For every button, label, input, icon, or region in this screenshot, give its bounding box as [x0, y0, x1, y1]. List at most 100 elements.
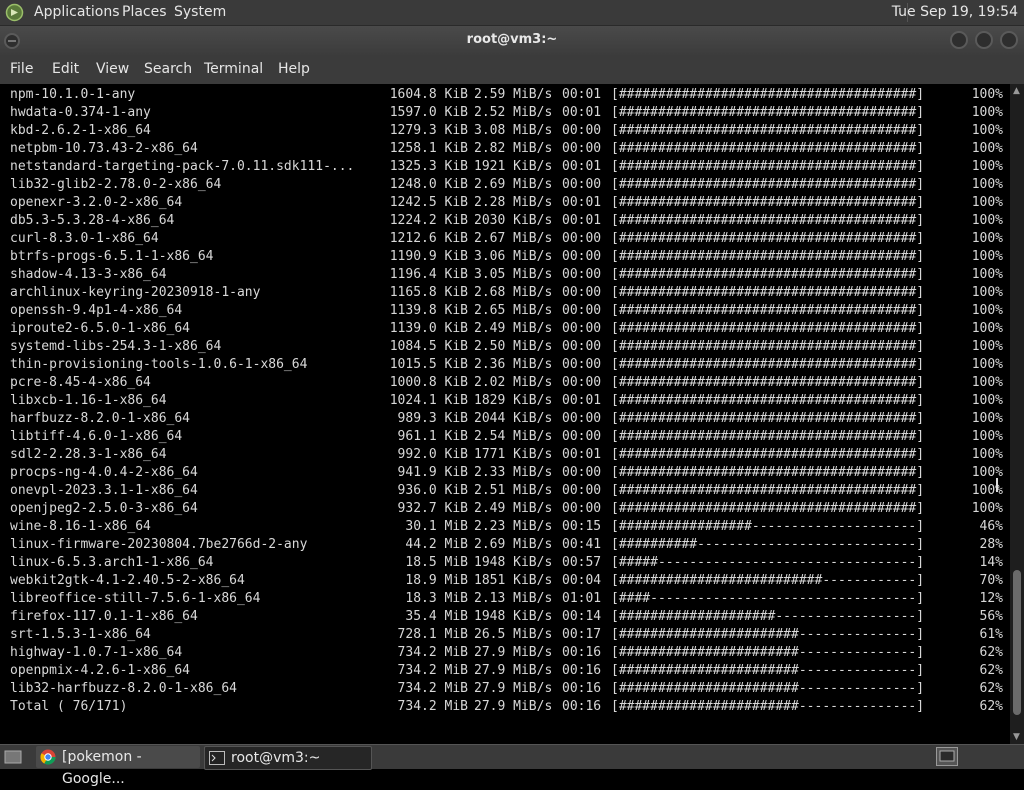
terminal-size: 18.5 MiB — [405, 555, 468, 570]
terminal-name: systemd-libs-254.3-1-x86_64 — [10, 339, 222, 354]
menu-view[interactable]: View — [96, 61, 129, 77]
terminal-bar: [####################------------------] — [611, 609, 925, 624]
terminal-line: procps-ng-4.0.4-2-x86_64 941.9 KiB 2.33 Mi… — [10, 464, 1010, 482]
menu-edit[interactable]: Edit — [52, 61, 79, 77]
terminal-time: 00:00 — [562, 501, 602, 516]
maximize-icon[interactable] — [975, 31, 993, 49]
terminal-time: 00:16 — [562, 699, 602, 714]
terminal-time: 00:16 — [562, 645, 602, 660]
terminal-line: openssh-9.4p1-4-x86_64 1139.8 KiB 2.65 MiB… — [10, 302, 1010, 320]
terminal-size: 18.3 MiB — [405, 591, 468, 606]
terminal-rate: 3.05 MiB/s — [474, 267, 553, 282]
terminal-rate: 2.65 MiB/s — [474, 303, 553, 318]
terminal-line: openexr-3.2.0-2-x86_64 1242.5 KiB 2.28 MiB… — [10, 194, 1010, 212]
close-icon[interactable] — [1000, 31, 1018, 49]
terminal-line: netpbm-10.73.43-2-x86_64 1258.1 KiB 2.82 M… — [10, 140, 1010, 158]
window-menu-icon[interactable] — [4, 33, 20, 49]
terminal-time: 00:01 — [562, 213, 602, 228]
terminal-size: 734.2 MiB — [397, 663, 468, 678]
taskbar-item-terminal[interactable]: root@vm3:~ — [204, 746, 372, 770]
terminal-pct: 100% — [971, 87, 1003, 102]
terminal-size: 1139.8 KiB — [389, 303, 468, 318]
terminal-time: 00:00 — [562, 123, 602, 138]
terminal-size: 35.4 MiB — [405, 609, 468, 624]
terminal-bar: [######################################] — [611, 321, 925, 336]
clock[interactable]: Tue Sep 19, 19:54 — [892, 4, 1018, 20]
terminal-line: firefox-117.0.1-1-x86_64 35.4 MiB 1948 KiB… — [10, 608, 1010, 626]
terminal-time: 00:01 — [562, 393, 602, 408]
terminal-bar: [##########################------------] — [611, 573, 925, 588]
terminal-bar: [######################################] — [611, 141, 925, 156]
terminal-name: wine-8.16-1-x86_64 — [10, 519, 151, 534]
terminal-name: Total ( 76/171) — [10, 699, 128, 714]
scroll-down-icon[interactable]: ▼ — [1013, 732, 1020, 742]
terminal-pct: 100% — [971, 195, 1003, 210]
terminal-line: shadow-4.13-3-x86_64 1196.4 KiB 3.05 MiB/s… — [10, 266, 1010, 284]
terminal-size: 1224.2 KiB — [389, 213, 468, 228]
terminal-output[interactable]: npm-10.1.0-1-any 1604.8 KiB 2.59 MiB/s 00:0… — [0, 84, 1010, 744]
terminal-time: 00:00 — [562, 357, 602, 372]
terminal-size: 1196.4 KiB — [389, 267, 468, 282]
minimize-icon[interactable] — [950, 31, 968, 49]
terminal-bar: [#################---------------------] — [611, 519, 925, 534]
terminal-pct: 100% — [971, 501, 1003, 516]
terminal-rate: 1829 KiB/s — [474, 393, 553, 408]
terminal-name: hwdata-0.374-1-any — [10, 105, 151, 120]
taskbar-item-chrome[interactable]: [pokemon - Google... — [36, 746, 200, 787]
show-desktop-icon[interactable] — [4, 749, 22, 765]
terminal-name: npm-10.1.0-1-any — [10, 87, 136, 102]
terminal-pct: 100% — [971, 357, 1003, 372]
applications-menu[interactable]: Applications — [34, 4, 120, 20]
terminal-rate: 27.9 MiB/s — [474, 645, 553, 660]
distro-logo-icon[interactable] — [5, 3, 24, 22]
terminal-name: lib32-glib2-2.78.0-2-x86_64 — [10, 177, 222, 192]
terminal-line: libtiff-4.6.0-1-x86_64 961.1 KiB 2.54 MiB/… — [10, 428, 1010, 446]
terminal-size: 932.7 KiB — [397, 501, 468, 516]
terminal-name: openexr-3.2.0-2-x86_64 — [10, 195, 183, 210]
terminal-bar: [######################################] — [611, 105, 925, 120]
terminal-line: linux-6.5.3.arch1-1-x86_64 18.5 MiB 1948 K… — [10, 554, 1010, 572]
terminal-time: 00:04 — [562, 573, 602, 588]
terminal-time: 00:41 — [562, 537, 602, 552]
terminal-pct: 28% — [979, 537, 1003, 552]
terminal-bar: [######################################] — [611, 483, 925, 498]
terminal-line: wine-8.16-1-x86_64 30.1 MiB 2.23 MiB/s 00:1… — [10, 518, 1010, 536]
terminal-size: 18.9 MiB — [405, 573, 468, 588]
menu-help[interactable]: Help — [278, 61, 310, 77]
menu-search[interactable]: Search — [144, 61, 192, 77]
terminal-rate: 2.13 MiB/s — [474, 591, 553, 606]
terminal-rate: 2.36 MiB/s — [474, 357, 553, 372]
terminal-pct: 62% — [979, 645, 1003, 660]
system-menu[interactable]: System — [174, 4, 226, 20]
terminal-rate: 2.50 MiB/s — [474, 339, 553, 354]
menu-terminal[interactable]: Terminal — [204, 61, 263, 77]
bottom-panel: [pokemon - Google... root@vm3:~ — [0, 744, 1024, 787]
window-titlebar[interactable]: root@vm3:~ — [0, 26, 1024, 55]
terminal-rate: 27.9 MiB/s — [474, 663, 553, 678]
terminal-line: hwdata-0.374-1-any 1597.0 KiB 2.52 MiB/s 00… — [10, 104, 1010, 122]
terminal-bar: [######################################] — [611, 339, 925, 354]
workspace-switcher-icon[interactable] — [936, 747, 958, 766]
scrollbar-thumb[interactable] — [1013, 570, 1021, 715]
terminal-line: lib32-glib2-2.78.0-2-x86_64 1248.0 KiB 2.6… — [10, 176, 1010, 194]
terminal-name: shadow-4.13-3-x86_64 — [10, 267, 167, 282]
terminal-bar: [######################################] — [611, 87, 925, 102]
terminal-line: pcre-8.45-4-x86_64 1000.8 KiB 2.02 MiB/s 00… — [10, 374, 1010, 392]
terminal-name: openpmix-4.2.6-1-x86_64 — [10, 663, 191, 678]
terminal-pct: 100% — [971, 321, 1003, 336]
terminal-size: 728.1 MiB — [397, 627, 468, 642]
terminal-bar: [#####---------------------------------] — [611, 555, 925, 570]
terminal-scrollbar[interactable]: ▲ ▼ — [1010, 84, 1024, 744]
terminal-pct: 100% — [971, 465, 1003, 480]
terminal-line: linux-firmware-20230804.7be2766d-2-any 44… — [10, 536, 1010, 554]
terminal-rate: 1948 KiB/s — [474, 555, 553, 570]
chrome-icon — [40, 749, 56, 765]
terminal-pct: 100% — [971, 213, 1003, 228]
terminal-line: archlinux-keyring-20230918-1-any 1165.8 K… — [10, 284, 1010, 302]
menu-file[interactable]: File — [10, 61, 33, 77]
terminal-name: procps-ng-4.0.4-2-x86_64 — [10, 465, 198, 480]
scroll-up-icon[interactable]: ▲ — [1013, 86, 1020, 96]
terminal-time: 00:00 — [562, 285, 602, 300]
terminal-bar: [#######################---------------] — [611, 681, 925, 696]
places-menu[interactable]: Places — [122, 4, 167, 20]
